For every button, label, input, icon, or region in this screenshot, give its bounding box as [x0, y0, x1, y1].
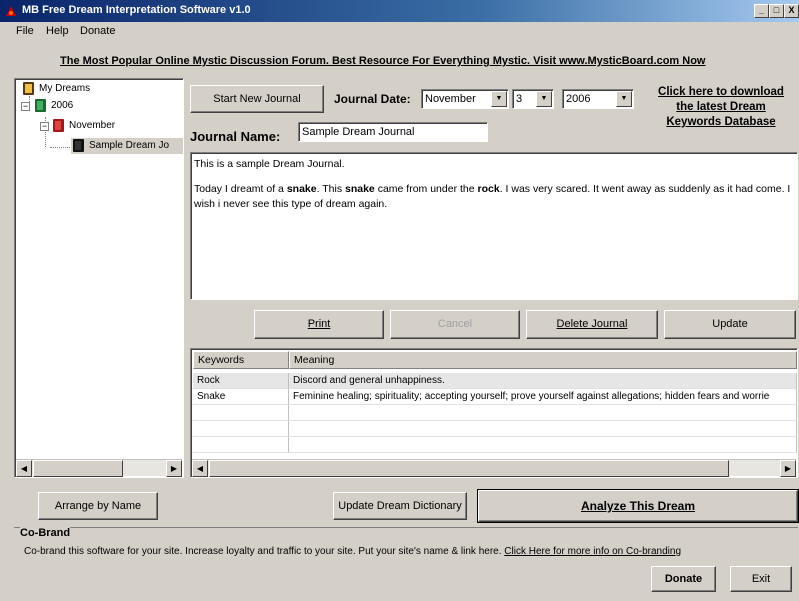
tree-label-root: My Dreams — [39, 83, 91, 94]
table-row — [193, 421, 797, 437]
day-select[interactable]: 3 ▼ — [512, 89, 554, 109]
scrollbar-thumb[interactable] — [209, 460, 729, 477]
table-horizontal-scrollbar[interactable]: ◀ ▶ — [192, 459, 796, 477]
dropdown-arrow-icon[interactable]: ▼ — [536, 91, 552, 107]
collapse-icon[interactable]: − — [21, 102, 30, 111]
donate-button[interactable]: Donate — [651, 566, 716, 592]
journal-date-label: Journal Date: — [334, 92, 411, 106]
journal-text-line: This is a sample Dream Journal. — [194, 158, 345, 170]
keyword-snake: snake — [286, 183, 317, 195]
green-book-icon — [35, 99, 46, 112]
day-value: 3 — [516, 93, 523, 105]
scroll-left-icon[interactable]: ◀ — [192, 460, 208, 477]
tree-horizontal-scrollbar[interactable]: ◀ ▶ — [16, 459, 182, 477]
meaning-cell: Discord and general unhappiness. — [289, 373, 797, 389]
tree-label-month: November — [69, 120, 116, 131]
keyword-rock: rock — [477, 183, 500, 195]
start-new-journal-button[interactable]: Start New Journal — [190, 85, 324, 113]
tree-item-sample-journal[interactable]: Sample Dream Jo — [71, 138, 183, 154]
print-button[interactable]: Print — [254, 310, 384, 339]
keyword-cell: Rock — [193, 373, 289, 389]
table-row[interactable]: Snake Feminine healing; spirituality; ac… — [193, 389, 797, 405]
tree-label-journal: Sample Dream Jo — [89, 140, 170, 151]
journal-name-input[interactable]: Sample Dream Journal — [298, 122, 488, 142]
window-title: MB Free Dream Interpretation Software v1… — [22, 4, 251, 16]
table-row[interactable]: Rock Discord and general unhappiness. — [193, 373, 797, 389]
cancel-button[interactable]: Cancel — [390, 310, 520, 339]
cobrand-title: Co-Brand — [20, 527, 71, 539]
meaning-cell: Feminine healing; spirituality; acceptin… — [289, 389, 797, 405]
year-value: 2006 — [566, 93, 591, 105]
column-header-keywords[interactable]: Keywords — [193, 351, 289, 369]
book-icon — [23, 82, 34, 95]
dropdown-arrow-icon[interactable]: ▼ — [491, 91, 507, 107]
cobrand-info-link[interactable]: Click Here for more info on Co-branding — [504, 546, 681, 557]
minimize-button[interactable]: _ — [754, 4, 769, 18]
download-keywords-link[interactable]: Click here to download the latest Dream … — [651, 85, 791, 130]
red-book-icon — [53, 119, 64, 132]
column-header-meaning[interactable]: Meaning — [289, 351, 797, 369]
journal-name-label: Journal Name: — [190, 129, 281, 144]
update-button[interactable]: Update — [664, 310, 796, 339]
menu-bar: File Help Donate — [0, 22, 799, 42]
delete-journal-button[interactable]: Delete Journal — [526, 310, 658, 339]
journal-text-paragraph: Today I dreamt of a snake. This snake ca… — [194, 183, 791, 210]
title-bar: MB Free Dream Interpretation Software v1… — [0, 0, 799, 22]
mysticboard-banner-link[interactable]: The Most Popular Online Mystic Discussio… — [60, 55, 705, 67]
month-value: November — [425, 93, 476, 105]
scroll-right-icon[interactable]: ▶ — [166, 460, 182, 477]
table-row — [193, 437, 797, 453]
keywords-table[interactable]: Keywords Meaning Rock Discord and genera… — [190, 348, 798, 478]
dropdown-arrow-icon[interactable]: ▼ — [616, 91, 632, 107]
journal-text-area[interactable]: This is a sample Dream Journal. Today I … — [190, 152, 798, 300]
exit-button[interactable]: Exit — [730, 566, 792, 592]
analyze-dream-button[interactable]: Analyze This Dream — [477, 489, 799, 523]
journal-tree[interactable]: My Dreams − 2006 − November Sample Dream… — [14, 78, 184, 478]
scrollbar-thumb[interactable] — [33, 460, 123, 477]
table-row — [193, 405, 797, 421]
menu-help[interactable]: Help — [46, 25, 69, 37]
arrange-by-name-button[interactable]: Arrange by Name — [38, 492, 158, 520]
month-select[interactable]: November ▼ — [421, 89, 509, 109]
menu-donate[interactable]: Donate — [80, 25, 115, 37]
scroll-right-icon[interactable]: ▶ — [780, 460, 796, 477]
close-button[interactable]: X — [784, 4, 799, 18]
year-select[interactable]: 2006 ▼ — [562, 89, 634, 109]
collapse-icon[interactable]: − — [40, 122, 49, 131]
menu-file[interactable]: File — [16, 25, 34, 37]
cobrand-description: Co-brand this software for your site. In… — [24, 546, 682, 557]
tree-label-year: 2006 — [51, 100, 74, 111]
scroll-left-icon[interactable]: ◀ — [16, 460, 32, 477]
maximize-button[interactable]: □ — [769, 4, 784, 18]
update-dream-dictionary-button[interactable]: Update Dream Dictionary — [333, 492, 467, 520]
table-header: Keywords Meaning — [193, 351, 797, 369]
black-book-icon — [73, 139, 84, 152]
keyword-snake: snake — [345, 183, 375, 195]
journal-name-value: Sample Dream Journal — [302, 126, 415, 138]
app-icon — [4, 4, 18, 18]
keyword-cell: Snake — [193, 389, 289, 405]
